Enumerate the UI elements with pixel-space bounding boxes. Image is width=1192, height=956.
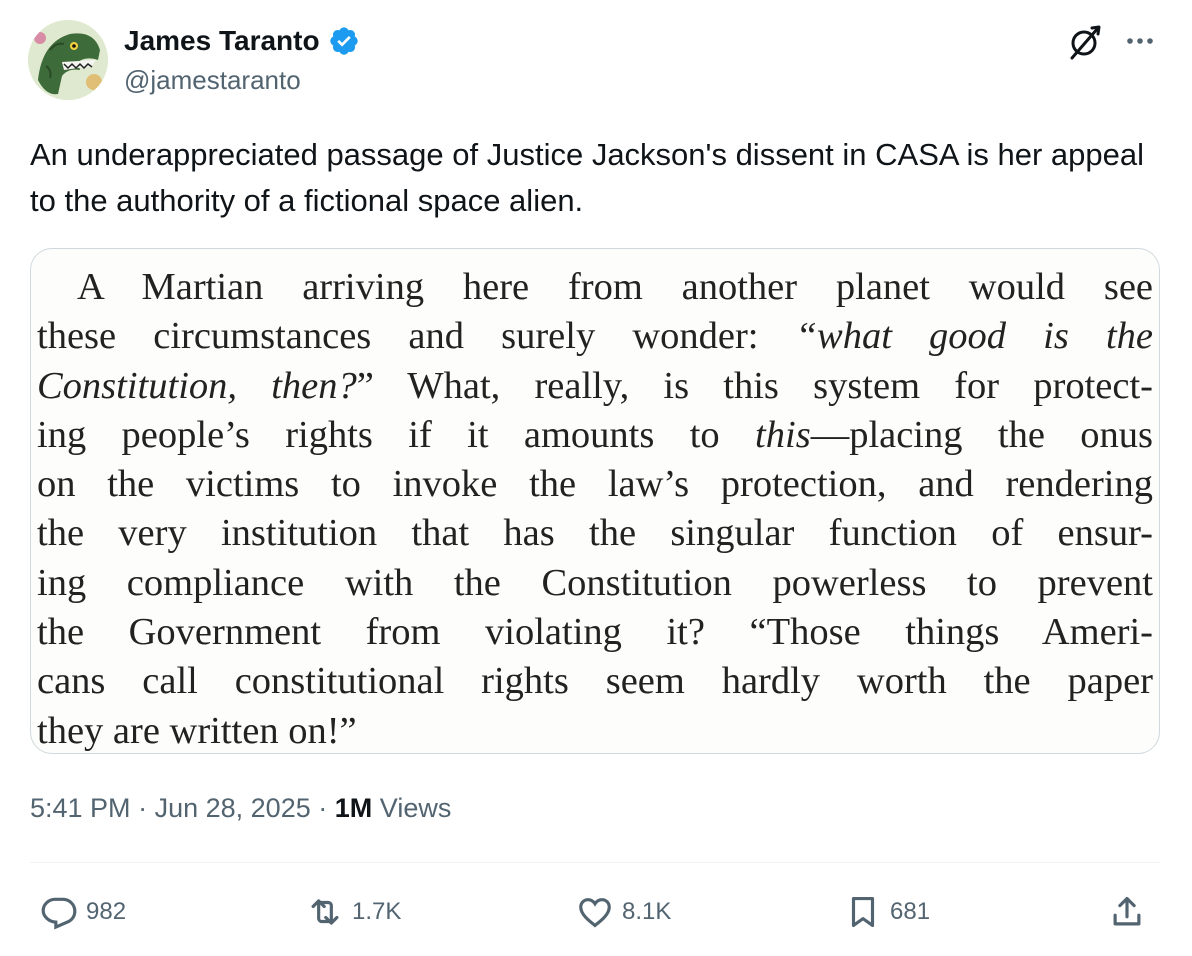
passage-emphasis: this — [755, 413, 811, 456]
like-button[interactable]: 8.1K — [576, 890, 671, 934]
avatar-dinosaur-image — [28, 20, 108, 100]
reply-button[interactable]: 982 — [40, 890, 126, 934]
verified-badge-icon[interactable] — [328, 25, 360, 57]
like-count: 8.1K — [622, 898, 672, 925]
passage-line: the Government from violating it? “Those… — [37, 611, 1153, 654]
tweet-meta: 5:41 PM · Jun 28, 2025 · 1M Views — [30, 788, 451, 828]
scanned-passage: A Martian arriving here from another pla… — [37, 263, 1153, 753]
author-name[interactable]: James Taranto — [124, 24, 320, 58]
passage-line: they are written on!” — [37, 709, 357, 752]
meta-separator: · — [138, 793, 148, 823]
passage-line: A Martian arriving here from another pla… — [77, 266, 1153, 308]
repost-count: 1.7K — [352, 898, 402, 925]
bookmark-icon — [851, 896, 875, 928]
tweet-text: An underappreciated passage of Justice J… — [30, 137, 1144, 218]
passage-line: the very institution that has the singul… — [37, 512, 1153, 555]
author-name-row[interactable]: James Taranto — [124, 24, 360, 58]
repost-icon — [311, 899, 339, 925]
avatar[interactable] — [28, 20, 108, 100]
passage-emphasis: Constitution, then? — [37, 364, 357, 407]
heart-icon — [579, 898, 611, 928]
tweet-time[interactable]: 5:41 PM — [30, 793, 131, 823]
more-icon[interactable] — [1118, 26, 1162, 56]
divider — [30, 862, 1160, 863]
bookmark-count: 681 — [890, 898, 931, 925]
reply-icon — [41, 897, 77, 930]
passage-line: ing people’s rights if it amounts to thi… — [37, 413, 1153, 456]
share-button[interactable] — [1108, 890, 1146, 934]
meta-separator: · — [318, 793, 328, 823]
tweet-media-image[interactable]: A Martian arriving here from another pla… — [30, 248, 1160, 754]
grok-icon[interactable] — [1064, 22, 1104, 62]
views-count: 1M — [334, 793, 373, 823]
tweet-date[interactable]: Jun 28, 2025 — [155, 793, 311, 823]
views-label: Views — [379, 793, 452, 823]
share-icon — [1113, 896, 1141, 926]
bookmark-button[interactable]: 681 — [844, 890, 930, 934]
passage-line: Constitution, then?” What, really, is th… — [37, 364, 1153, 407]
reply-count: 982 — [86, 898, 127, 925]
passage-line: these circumstances and surely wonder: “… — [37, 315, 1153, 358]
passage-line: ing compliance with the Constitution pow… — [37, 561, 1153, 604]
author-handle[interactable]: @jamestaranto — [124, 64, 301, 96]
passage-line: cans call constitutional rights seem har… — [37, 660, 1153, 703]
passage-line: on the victims to invoke the law’s prote… — [37, 463, 1153, 506]
repost-button[interactable]: 1.7K — [306, 890, 401, 934]
passage-emphasis: “what good is the — [795, 315, 1153, 358]
